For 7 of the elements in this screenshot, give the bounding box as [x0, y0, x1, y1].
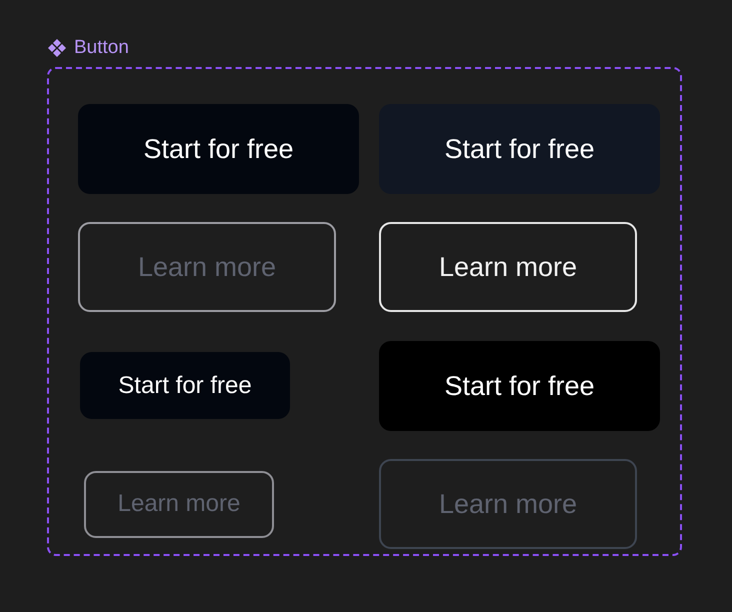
variant-button[interactable]: Start for free — [379, 340, 660, 431]
variant-button[interactable]: Start for free — [80, 352, 290, 420]
variant-button[interactable]: Start for free — [379, 104, 660, 194]
variant-button[interactable]: Learn more — [379, 222, 637, 312]
variant-button[interactable]: Start for free — [78, 104, 359, 194]
component-icon — [47, 38, 67, 58]
component-title: Button — [74, 36, 129, 60]
